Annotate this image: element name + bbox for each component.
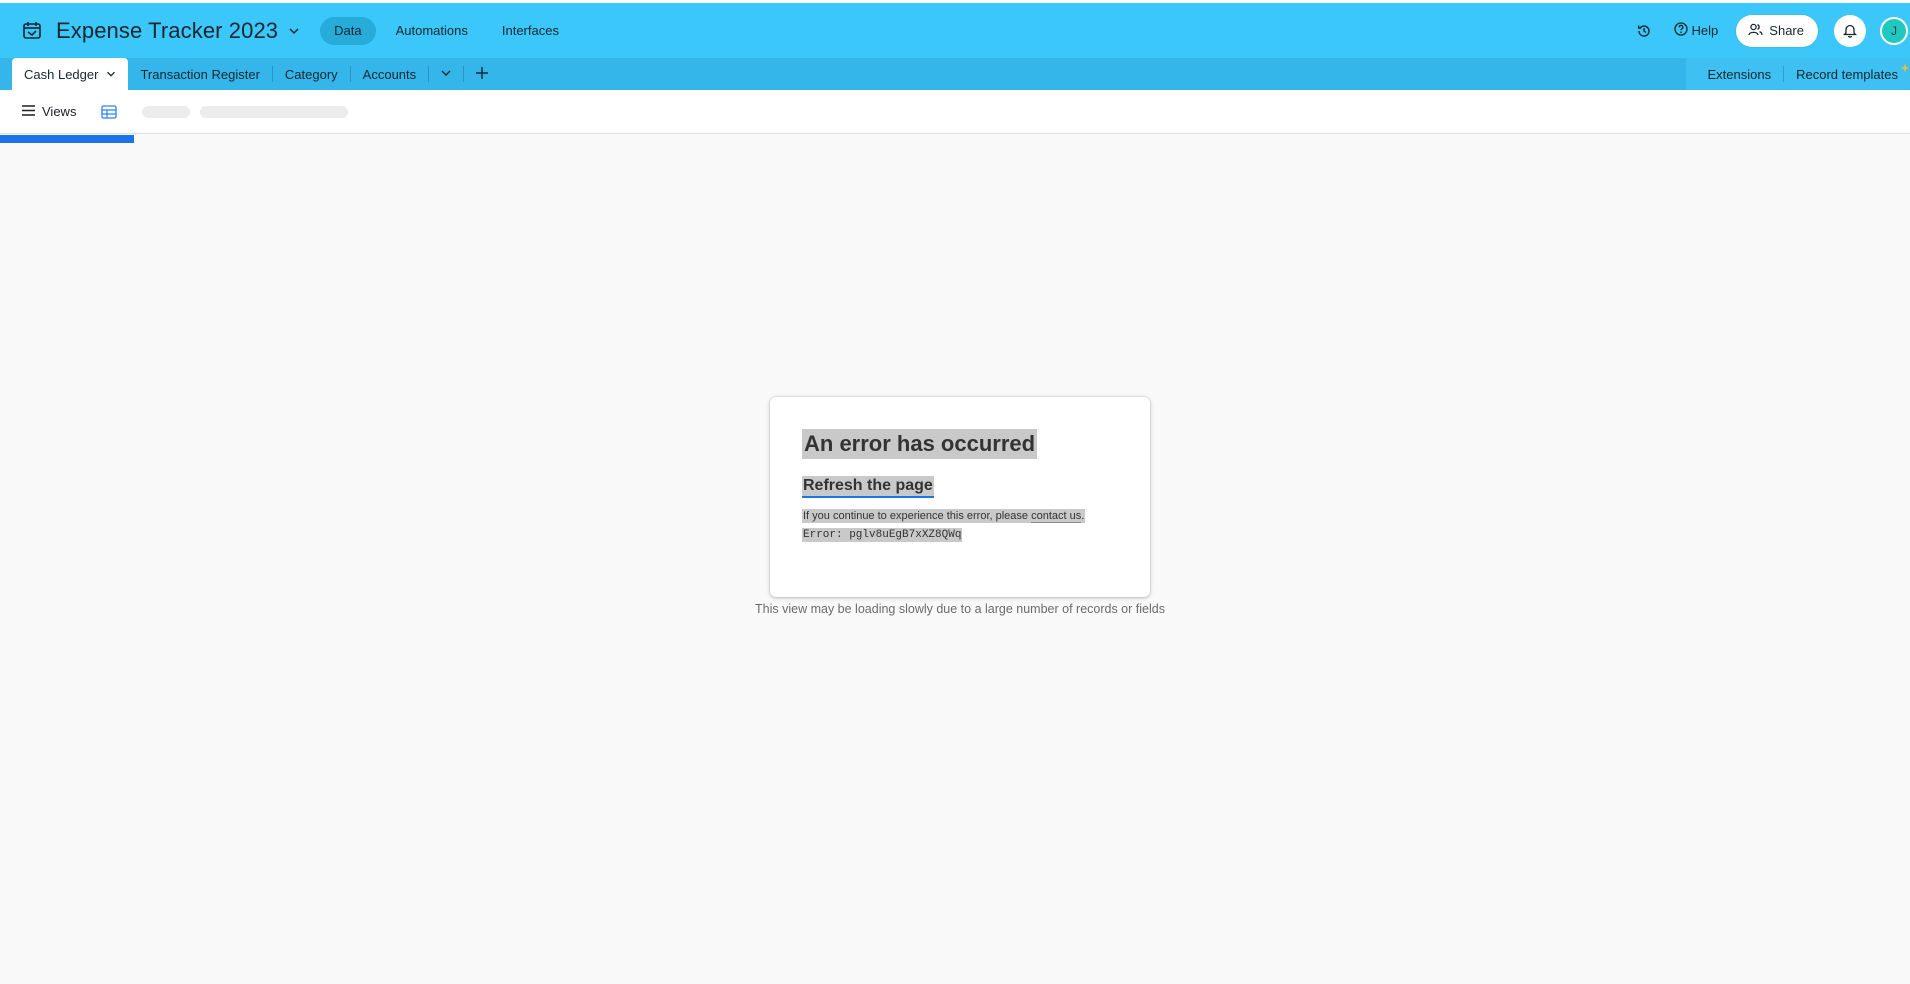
refresh-page-link[interactable]: Refresh the page xyxy=(802,476,934,498)
sparkle-icon xyxy=(1900,60,1910,78)
help-circle-icon xyxy=(1673,22,1688,39)
hamburger-icon xyxy=(22,104,35,119)
table-tabs-bar: Cash Ledger Transaction Register Categor… xyxy=(0,58,1910,90)
error-message: If you continue to experience this error… xyxy=(802,509,1118,523)
tab-accounts[interactable]: Accounts xyxy=(351,58,428,90)
users-icon xyxy=(1748,23,1763,39)
chevron-down-icon[interactable] xyxy=(106,67,116,82)
view-bar: Views xyxy=(0,90,1910,134)
loading-note: This view may be loading slowly due to a… xyxy=(755,602,1165,616)
contact-us-link[interactable]: contact us xyxy=(1031,510,1082,523)
record-templates-link[interactable]: Record templates xyxy=(1784,67,1910,82)
avatar[interactable]: J xyxy=(1880,16,1908,45)
chevron-down-icon[interactable] xyxy=(288,25,300,37)
loading-progress-bar xyxy=(0,135,134,143)
share-label: Share xyxy=(1769,23,1804,38)
tab-transaction-register[interactable]: Transaction Register xyxy=(128,58,271,90)
more-tables-button[interactable] xyxy=(429,58,463,90)
plus-icon xyxy=(475,66,489,83)
add-table-button[interactable] xyxy=(464,58,500,90)
tab-label: Cash Ledger xyxy=(24,66,99,82)
nav-data[interactable]: Data xyxy=(320,16,376,45)
chevron-down-icon xyxy=(440,67,452,82)
views-label: Views xyxy=(42,104,77,119)
history-icon[interactable] xyxy=(1630,17,1658,45)
error-dialog: An error has occurred Refresh the page I… xyxy=(770,397,1150,597)
share-button[interactable]: Share xyxy=(1736,14,1818,47)
loading-skeleton xyxy=(200,105,349,118)
loading-skeleton xyxy=(142,105,191,118)
header-actions: Help Share J xyxy=(1630,3,1910,58)
help-button[interactable]: Help xyxy=(1673,22,1719,39)
help-label: Help xyxy=(1691,23,1719,38)
bell-icon[interactable] xyxy=(1834,14,1866,47)
app-header: Expense Tracker 2023 Data Automations In… xyxy=(0,0,1910,58)
views-toggle-button[interactable]: Views xyxy=(22,104,76,119)
error-code: Error: pglv8uEgB7xXZ8QWq xyxy=(802,528,963,542)
base-title[interactable]: Expense Tracker 2023 xyxy=(56,18,278,44)
nav-automations[interactable]: Automations xyxy=(382,17,482,45)
error-message-text: If you continue to experience this error… xyxy=(803,510,1032,522)
tab-cash-ledger[interactable]: Cash Ledger xyxy=(12,58,129,90)
tabs-right-actions: Extensions Record templates xyxy=(1685,58,1910,90)
extensions-link[interactable]: Extensions xyxy=(1696,67,1784,82)
grid-view-icon[interactable] xyxy=(100,103,118,121)
tab-category[interactable]: Category xyxy=(273,58,350,90)
error-title: An error has occurred xyxy=(802,429,1038,459)
base-logo-icon[interactable] xyxy=(20,19,44,43)
error-message-suffix: . xyxy=(1081,510,1085,522)
nav-interfaces[interactable]: Interfaces xyxy=(488,17,573,45)
